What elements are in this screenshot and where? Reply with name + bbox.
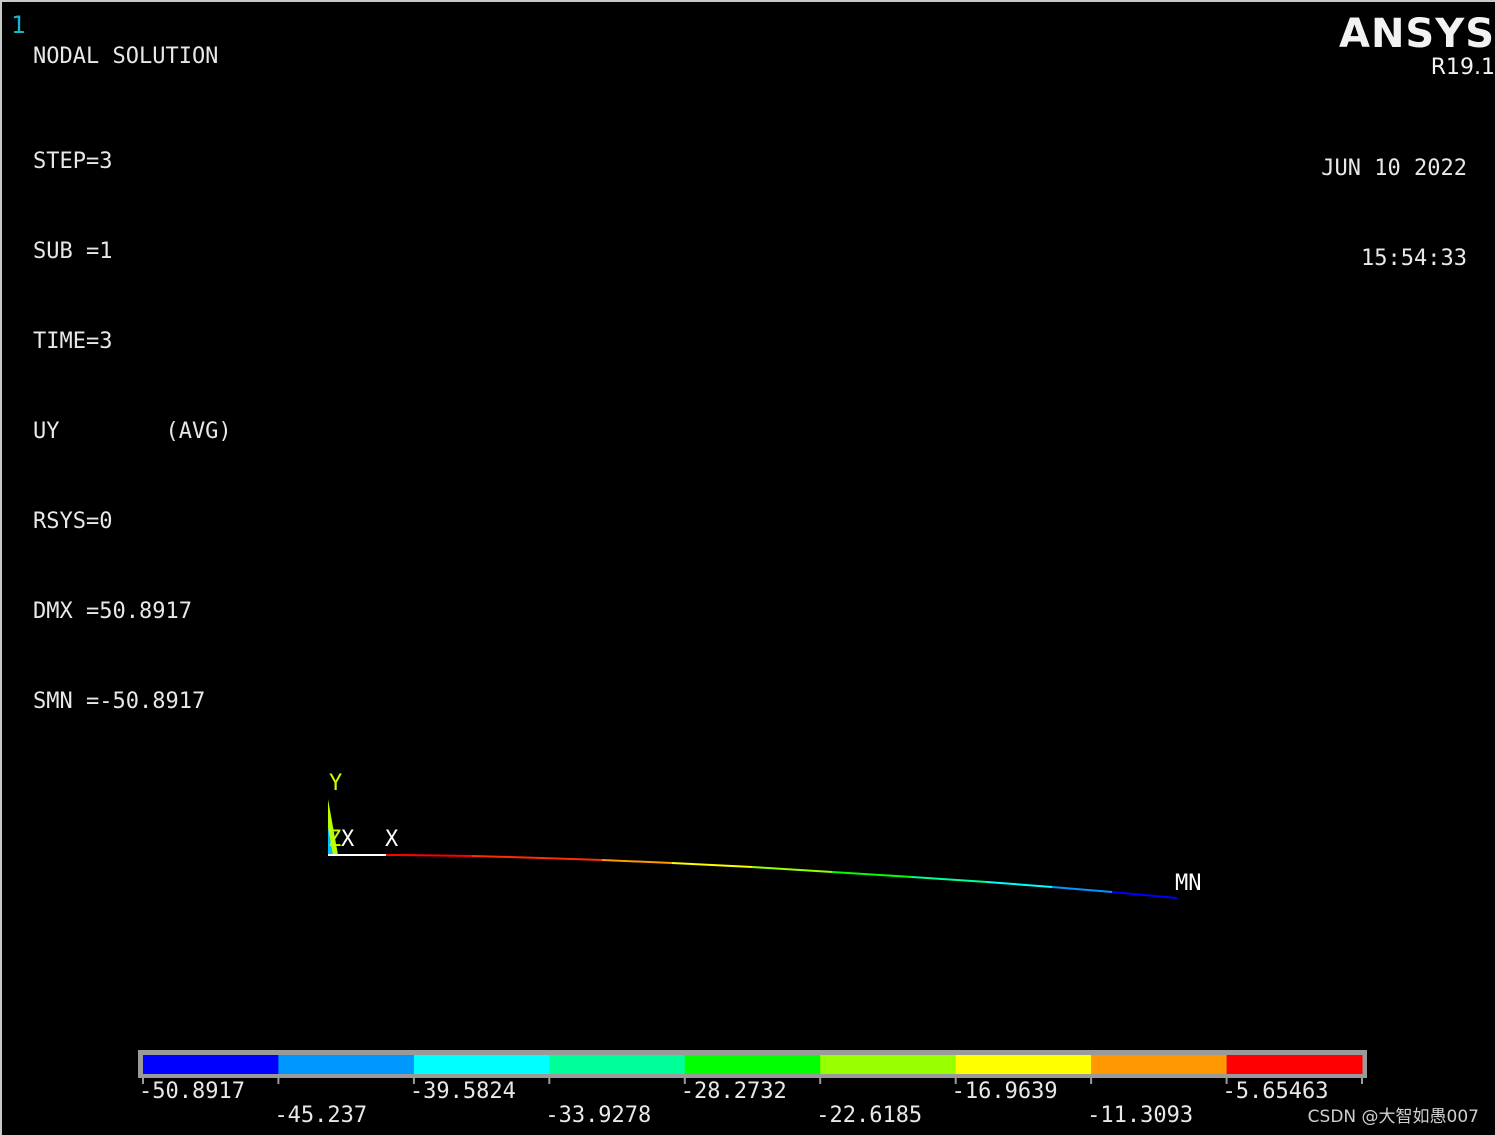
graphics-window[interactable]: 1 NODAL SOLUTION STEP=3 SUB =1 TIME=3 UY… bbox=[0, 0, 1495, 1135]
legend-value-bottom: -22.6185 bbox=[816, 1103, 923, 1128]
legend-value-top: -16.9639 bbox=[951, 1079, 1058, 1104]
legend-value-top: -50.8917 bbox=[139, 1079, 245, 1104]
watermark: CSDN @大智如愚007 bbox=[1307, 1107, 1479, 1127]
legend-values: -50.8917 -39.5824 -28.2732 -16.9639 -5.65463… bbox=[2, 2, 1495, 1135]
legend-value-bottom: -11.3093 bbox=[1087, 1103, 1194, 1128]
legend-value-bottom: -45.237 bbox=[274, 1103, 368, 1128]
legend-value-top: -39.5824 bbox=[409, 1079, 516, 1104]
legend-value-top: -5.65463 bbox=[1222, 1079, 1329, 1104]
legend-value-bottom: -33.9278 bbox=[545, 1103, 652, 1128]
legend-value-top: -28.2732 bbox=[680, 1079, 787, 1104]
